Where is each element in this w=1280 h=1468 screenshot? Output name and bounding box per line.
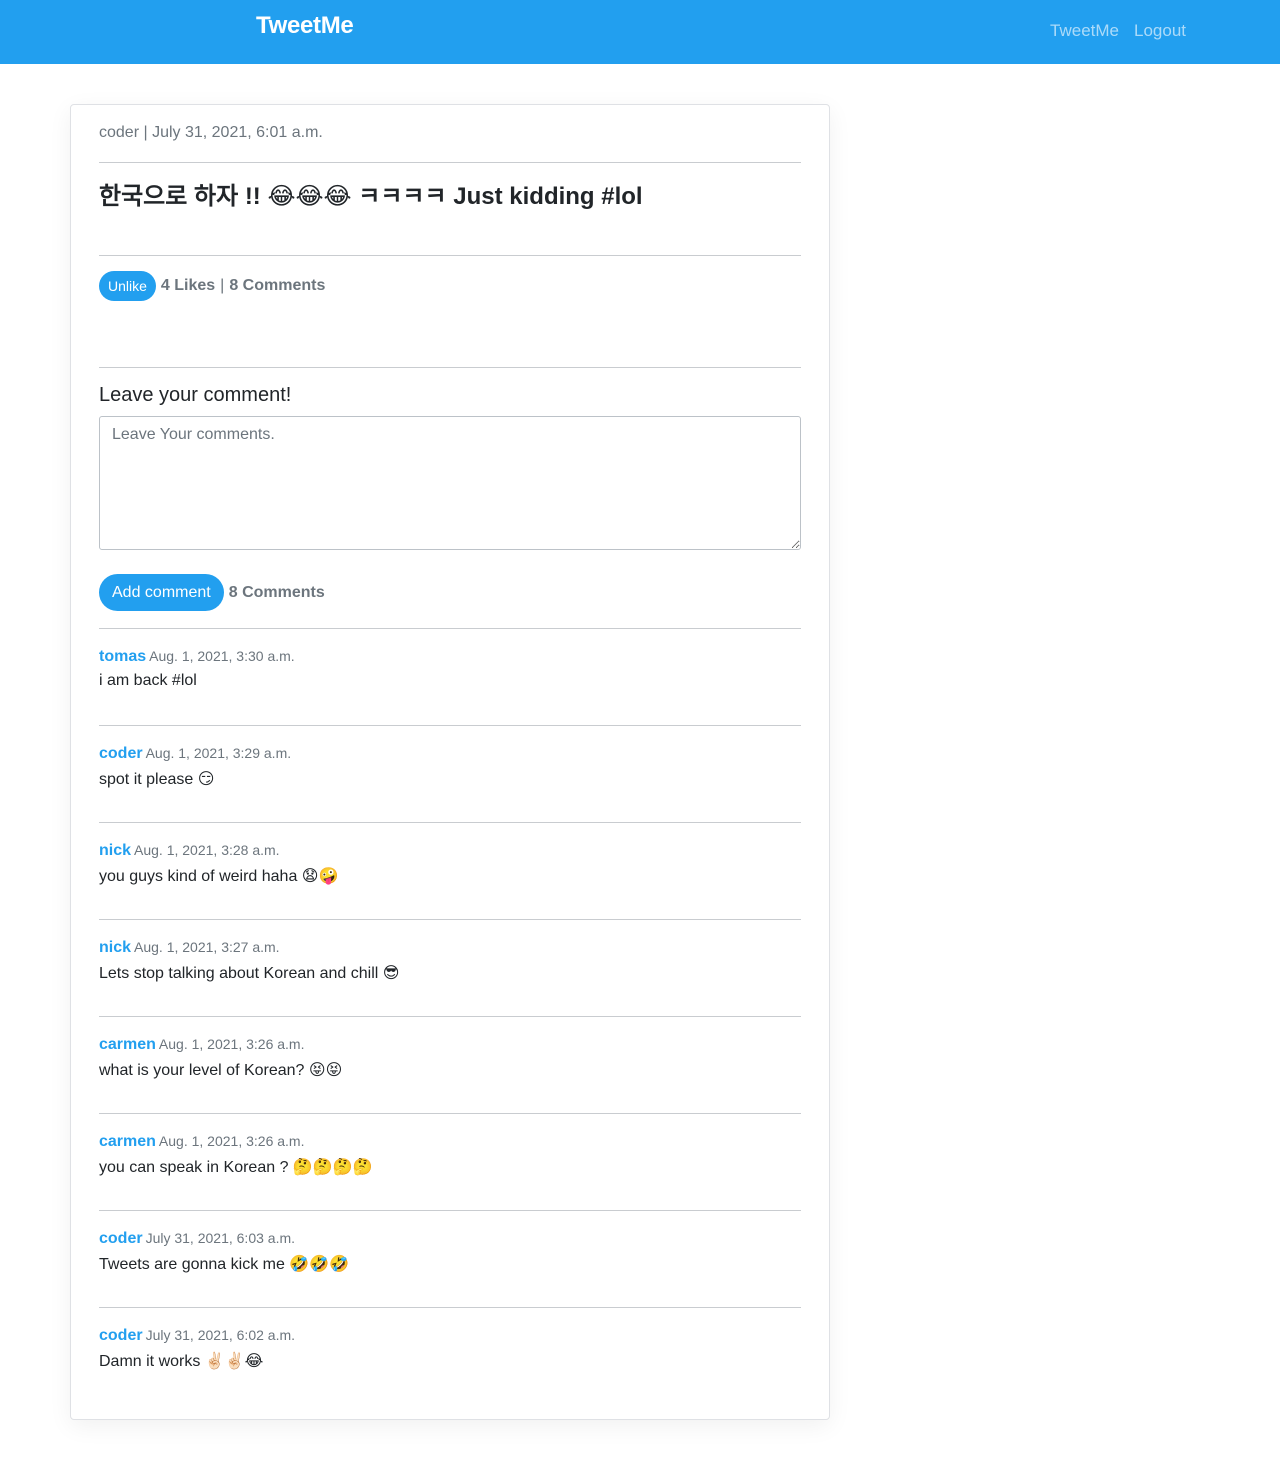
nav-links: TweetMe Logout (1050, 21, 1186, 41)
tweet-meta: coder | July 31, 2021, 6:01 a.m. (99, 124, 323, 141)
divider (99, 367, 801, 368)
divider (99, 822, 801, 823)
comments-count: 8 Comments (228, 583, 325, 601)
divider (99, 255, 801, 256)
comment-author[interactable]: coder (99, 1230, 143, 1247)
comment-author[interactable]: carmen (99, 1036, 156, 1053)
comment-author[interactable]: tomas (99, 648, 146, 665)
comment-author[interactable]: nick (99, 939, 131, 956)
comment-date: July 31, 2021, 6:02 a.m. (145, 1327, 296, 1343)
stats-separator: | (220, 277, 225, 294)
add-comment-button[interactable]: Add comment (99, 574, 224, 611)
comment-text: what is your level of Korean? 😝😝 (99, 1062, 343, 1079)
nav-link-logout[interactable]: Logout (1134, 21, 1186, 41)
likes-count: 4 Likes (160, 277, 216, 294)
comment-date: Aug. 1, 2021, 3:26 a.m. (158, 1133, 305, 1149)
comment-author[interactable]: carmen (99, 1133, 156, 1150)
comment-form-title: Leave your comment! (99, 384, 292, 406)
comment-date: Aug. 1, 2021, 3:27 a.m. (134, 939, 280, 955)
tweet-card: coder | July 31, 2021, 6:01 a.m. 한국으로 하자… (70, 104, 830, 1420)
comment-date: Aug. 1, 2021, 3:28 a.m. (134, 842, 280, 858)
comment-text: Lets stop talking about Korean and chill… (99, 965, 400, 982)
divider (99, 628, 801, 629)
navbar: TweetMe TweetMe Logout (0, 0, 1280, 64)
divider (99, 1113, 801, 1114)
comment-form-actions: Add comment 8 Comments (99, 574, 325, 611)
comment-text: you can speak in Korean ? 🤔🤔🤔🤔 (99, 1159, 373, 1176)
divider (99, 1016, 801, 1017)
unlike-button[interactable]: Unlike (99, 271, 156, 301)
divider (99, 1307, 801, 1308)
comment-text: i am back #lol (99, 672, 197, 689)
comment-date: July 31, 2021, 6:03 a.m. (145, 1230, 296, 1246)
divider (99, 725, 801, 726)
comment-date: Aug. 1, 2021, 3:29 a.m. (145, 745, 292, 761)
divider (99, 919, 801, 920)
tweet-content: 한국으로 하자 !! 😂😂😂 ㅋㅋㅋㅋ Just kidding #lol (99, 183, 643, 210)
comment-author[interactable]: nick (99, 842, 131, 859)
comment-author[interactable]: coder (99, 745, 143, 762)
divider (99, 162, 801, 163)
comment-date: Aug. 1, 2021, 3:30 a.m. (149, 648, 295, 664)
nav-link-tweetme[interactable]: TweetMe (1050, 21, 1119, 41)
comment-date: Aug. 1, 2021, 3:26 a.m. (158, 1036, 305, 1052)
divider (99, 1210, 801, 1211)
brand-logo[interactable]: TweetMe (256, 12, 354, 40)
comment-text: spot it please 😏 (99, 771, 215, 788)
comment-author[interactable]: coder (99, 1327, 143, 1344)
comment-text: Damn it works ✌🏻✌🏻😂 (99, 1353, 264, 1370)
comment-input[interactable] (99, 416, 801, 550)
comment-text: Tweets are gonna kick me 🤣🤣🤣 (99, 1256, 350, 1273)
comments-count: 8 Comments (229, 277, 326, 294)
comment-text: you guys kind of weird haha 😧🤪 (99, 868, 339, 885)
tweet-actions: Unlike 4 Likes | 8 Comments (99, 271, 325, 301)
